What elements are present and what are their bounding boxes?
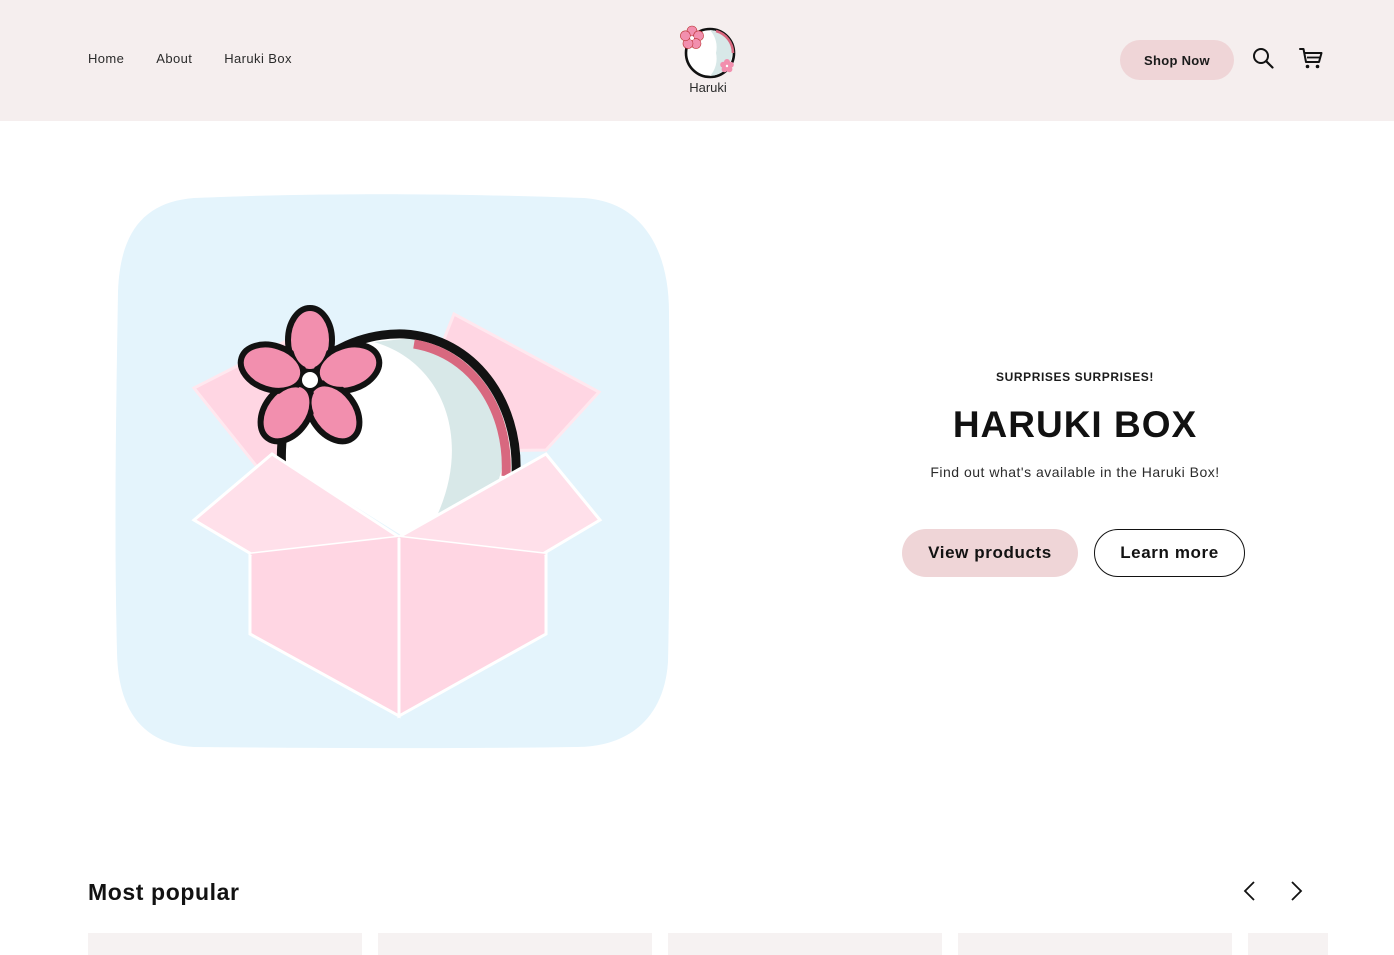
- hero-image: [114, 192, 672, 750]
- chevron-left-icon[interactable]: [1237, 878, 1263, 904]
- main-nav: Home About Haruki Box: [88, 51, 292, 66]
- hero-buttons: View products Learn more: [902, 529, 1245, 577]
- hero-content: SURPRISES SURPRISES! HARUKI BOX Find out…: [880, 370, 1270, 577]
- nav-about[interactable]: About: [156, 51, 192, 66]
- product-card[interactable]: [378, 933, 652, 955]
- logo-text: Haruki: [689, 80, 727, 95]
- search-icon[interactable]: [1251, 46, 1275, 70]
- product-card[interactable]: [88, 933, 362, 955]
- hero-eyebrow: SURPRISES SURPRISES!: [995, 370, 1155, 384]
- logo-icon: [680, 25, 736, 79]
- hero-description: Find out what's available in the Haruki …: [930, 464, 1220, 480]
- site-header: Home About Haruki Box Haruki Shop Now: [0, 0, 1394, 121]
- product-card[interactable]: [668, 933, 942, 955]
- nav-home[interactable]: Home: [88, 51, 124, 66]
- learn-more-button[interactable]: Learn more: [1094, 529, 1245, 577]
- shop-now-button[interactable]: Shop Now: [1120, 40, 1234, 80]
- chevron-right-icon[interactable]: [1283, 878, 1309, 904]
- nav-haruki-box[interactable]: Haruki Box: [224, 51, 292, 66]
- product-card[interactable]: [1248, 933, 1328, 955]
- cart-icon[interactable]: [1298, 45, 1324, 71]
- hero-title: HARUKI BOX: [952, 404, 1198, 445]
- view-products-button[interactable]: View products: [902, 529, 1078, 577]
- most-popular-title: Most popular: [88, 879, 240, 905]
- product-card[interactable]: [958, 933, 1232, 955]
- logo[interactable]: Haruki: [676, 22, 740, 98]
